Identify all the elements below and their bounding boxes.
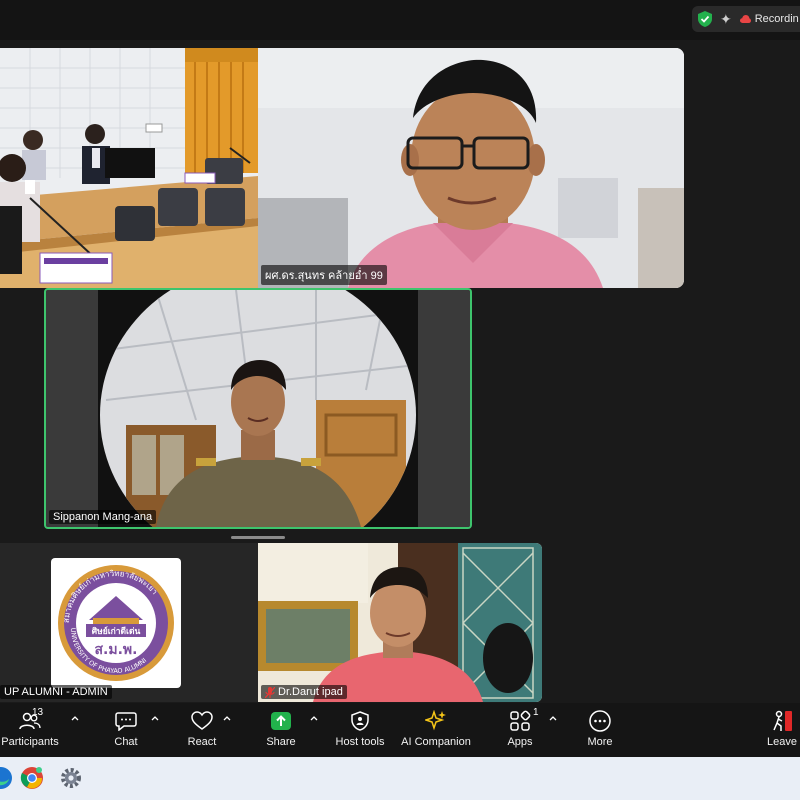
- leave-button[interactable]: Leave: [764, 709, 800, 753]
- participants-button[interactable]: 13 Participants: [0, 707, 60, 753]
- react-chevron-up-icon[interactable]: [222, 713, 232, 723]
- participant-name: ผศ.ดร.สุนทร คล้ายอ่ำ 99: [265, 270, 383, 282]
- leave-door-icon: [773, 710, 792, 731]
- participants-chevron-up-icon[interactable]: [70, 713, 80, 723]
- share-button[interactable]: Share: [261, 709, 301, 753]
- os-taskbar: [0, 757, 800, 800]
- host-tools-label: Host tools: [335, 736, 385, 748]
- more-button[interactable]: More: [580, 709, 620, 753]
- participant-name: UP ALUMNI - ADMIN: [4, 686, 108, 698]
- chat-chevron-up-icon[interactable]: [150, 713, 160, 723]
- apps-label: Apps: [507, 736, 533, 748]
- participant-name: Sippanon Mang-ana: [53, 511, 153, 523]
- participants-label: Participants: [1, 736, 59, 748]
- video-tile-remote-participant[interactable]: ผศ.ดร.สุนทร คล้ายอ่ำ 99: [258, 48, 684, 288]
- recording-label: Recordin: [754, 13, 799, 25]
- apps-chevron-up-icon[interactable]: [548, 713, 558, 723]
- video-tile-alumni-admin[interactable]: สมาคมศิษย์เก่ามหาวิทยาลัยพะเยา UNIVERSIT…: [0, 543, 258, 702]
- participant-name-tag: ผศ.ดร.สุนทร คล้ายอ่ำ 99: [261, 265, 387, 285]
- zoom-meeting-window: ✦ Recordin ผศ.ดร.สุนทร คล้ายอ่ำ 99 Sippa…: [0, 0, 800, 800]
- share-label: Share: [266, 736, 296, 748]
- video-tile-conference-room[interactable]: [0, 48, 258, 288]
- conference-room-video: [0, 48, 258, 288]
- react-button[interactable]: React: [182, 709, 222, 753]
- ai-sparkle-icon[interactable]: ✦: [720, 11, 732, 28]
- chat-button[interactable]: Chat: [106, 709, 146, 753]
- apps-button[interactable]: 1 Apps: [500, 707, 540, 753]
- apps-count: 1: [533, 707, 539, 718]
- heart-icon: [191, 711, 213, 730]
- participant-video: [258, 48, 684, 288]
- cloud-recording-icon: [739, 15, 751, 23]
- recording-indicator[interactable]: Recordin: [739, 13, 799, 25]
- participants-count: 13: [32, 707, 44, 718]
- host-tools-button[interactable]: Host tools: [330, 709, 390, 753]
- speaker-video: [46, 290, 470, 527]
- ai-companion-label: AI Companion: [401, 736, 471, 748]
- meeting-toolbar: 13 Participants Chat React Share Host to…: [0, 703, 800, 757]
- share-chevron-up-icon[interactable]: [309, 713, 319, 723]
- alumni-association-logo: สมาคมศิษย์เก่ามหาวิทยาลัยพะเยา UNIVERSIT…: [58, 565, 174, 681]
- participant-name-tag: Sippanon Mang-ana: [49, 510, 157, 524]
- edge-icon[interactable]: [0, 765, 14, 791]
- logo-abbr: ส.ม.พ.: [95, 642, 138, 658]
- chrome-icon[interactable]: [19, 765, 45, 791]
- more-ellipsis-icon: [589, 710, 611, 732]
- video-tile-active-speaker[interactable]: Sippanon Mang-ana: [44, 288, 472, 529]
- gallery-resize-handle[interactable]: [231, 536, 285, 539]
- logo-text-mid: ศิษย์เก่าดีเด่น: [92, 626, 141, 637]
- alumni-logo-card: สมาคมศิษย์เก่ามหาวิทยาลัยพะเยา UNIVERSIT…: [51, 558, 181, 688]
- share-screen-icon: [271, 712, 291, 730]
- video-tile-remote-participant-3[interactable]: Dr.Darut ipad: [258, 543, 542, 702]
- participant-video-3: [258, 543, 542, 702]
- apps-icon: [510, 710, 531, 731]
- shield-icon: [351, 711, 369, 731]
- settings-gear-icon[interactable]: [58, 765, 84, 791]
- participant-name: Dr.Darut ipad: [278, 686, 343, 698]
- leave-label: Leave: [767, 736, 797, 748]
- meeting-top-bar: ✦ Recordin: [0, 0, 800, 40]
- more-label: More: [587, 736, 613, 748]
- ai-companion-button[interactable]: AI Companion: [400, 709, 472, 753]
- participant-name-tag: Dr.Darut ipad: [261, 685, 347, 699]
- chat-icon: [115, 712, 137, 731]
- meeting-status-group: ✦ Recordin: [692, 6, 800, 32]
- participant-name-tag: UP ALUMNI - ADMIN: [0, 685, 112, 699]
- security-shield-icon[interactable]: [698, 11, 712, 27]
- muted-mic-icon: [265, 686, 275, 698]
- react-label: React: [187, 736, 217, 748]
- ai-sparkle-icon: [425, 710, 446, 731]
- chat-label: Chat: [114, 736, 138, 748]
